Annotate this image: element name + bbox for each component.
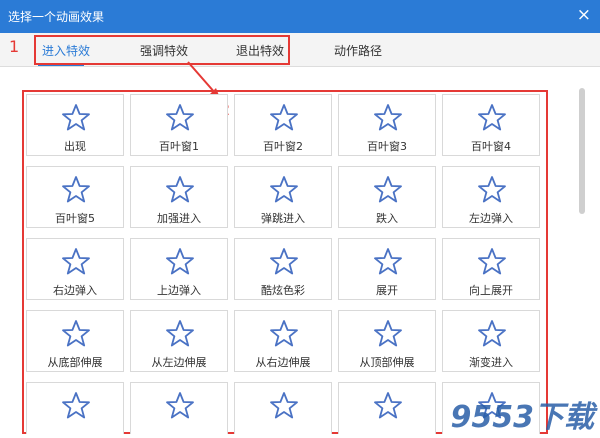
- effect-item[interactable]: 从右边伸展: [234, 310, 332, 372]
- effect-label: 酷炫色彩: [261, 284, 305, 297]
- star-icon: [166, 176, 194, 203]
- star-icon: [166, 392, 194, 419]
- effect-label: 从左边伸展: [151, 356, 207, 369]
- star-icon: [374, 392, 402, 419]
- star-icon: [62, 392, 90, 419]
- effect-item[interactable]: 百叶窗5: [26, 166, 124, 228]
- effect-item[interactable]: 百叶窗1: [130, 94, 228, 156]
- effect-label: 百叶窗1: [159, 140, 199, 153]
- effects-grid: 出现 百叶窗1 百叶窗2 百叶窗3 百叶窗4 百叶窗5 加强进入 弹跳进入 跌入 左边弹入右边弹入…: [26, 94, 542, 434]
- effect-item[interactable]: 加强进入: [130, 166, 228, 228]
- effect-item[interactable]: 上边弹入: [130, 238, 228, 300]
- effect-label: 上边弹入: [157, 284, 201, 297]
- dialog-title-bar: 选择一个动画效果 ×: [0, 0, 600, 33]
- annotation-marker-1: 1: [9, 37, 20, 56]
- effect-item[interactable]: 酷炫色彩: [234, 238, 332, 300]
- star-icon: [374, 248, 402, 275]
- dialog-title: 选择一个动画效果: [8, 10, 105, 24]
- effect-label: 从顶部伸展: [359, 356, 415, 369]
- effect-item[interactable]: 从底部伸展: [26, 310, 124, 372]
- effect-item[interactable]: 左边弹入: [442, 166, 540, 228]
- star-icon: [62, 248, 90, 275]
- effect-item[interactable]: [26, 382, 124, 434]
- star-icon: [270, 248, 298, 275]
- effect-item[interactable]: 出现: [26, 94, 124, 156]
- effect-label: 出现: [64, 140, 86, 153]
- star-icon: [478, 104, 506, 131]
- effect-label: 渐变进入: [469, 356, 513, 369]
- effect-item[interactable]: [338, 382, 436, 434]
- effect-item[interactable]: [234, 382, 332, 434]
- effect-label: 加强进入: [157, 212, 201, 225]
- effect-label: 弹跳进入: [261, 212, 305, 225]
- effect-item[interactable]: 展开: [338, 238, 436, 300]
- effect-item[interactable]: 向上展开: [442, 238, 540, 300]
- effect-label: 跌入: [376, 212, 398, 225]
- star-icon: [478, 176, 506, 203]
- effect-item[interactable]: 从左边伸展: [130, 310, 228, 372]
- star-icon: [62, 104, 90, 131]
- effect-item[interactable]: 从顶部伸展: [338, 310, 436, 372]
- annotation-box-tabs: [34, 35, 290, 65]
- effect-label: 百叶窗4: [471, 140, 511, 153]
- watermark: 9553下载: [450, 400, 595, 435]
- effect-label: 百叶窗5: [55, 212, 95, 225]
- effect-label: 展开: [376, 284, 398, 297]
- star-icon: [270, 104, 298, 131]
- star-icon: [270, 320, 298, 347]
- effect-item[interactable]: 跌入: [338, 166, 436, 228]
- star-icon: [62, 176, 90, 203]
- tab-motion-paths[interactable]: 动作路径: [334, 42, 382, 59]
- effect-item[interactable]: 渐变进入: [442, 310, 540, 372]
- star-icon: [62, 320, 90, 347]
- star-icon: [478, 248, 506, 275]
- star-icon: [166, 320, 194, 347]
- effect-item[interactable]: 百叶窗3: [338, 94, 436, 156]
- star-icon: [374, 176, 402, 203]
- star-icon: [374, 104, 402, 131]
- effect-label: 百叶窗3: [367, 140, 407, 153]
- effect-item[interactable]: [130, 382, 228, 434]
- star-icon: [166, 104, 194, 131]
- scrollbar-thumb[interactable]: [579, 88, 585, 214]
- effect-label: 右边弹入: [53, 284, 97, 297]
- star-icon: [270, 176, 298, 203]
- effect-label: 从右边伸展: [255, 356, 311, 369]
- star-icon: [270, 392, 298, 419]
- effect-item[interactable]: 百叶窗4: [442, 94, 540, 156]
- effect-label: 向上展开: [469, 284, 513, 297]
- effect-label: 百叶窗2: [263, 140, 303, 153]
- star-icon: [374, 320, 402, 347]
- effect-item[interactable]: 弹跳进入: [234, 166, 332, 228]
- effect-item[interactable]: 右边弹入: [26, 238, 124, 300]
- effect-label: 左边弹入: [469, 212, 513, 225]
- effect-item[interactable]: 百叶窗2: [234, 94, 332, 156]
- effect-label: 从底部伸展: [47, 356, 103, 369]
- close-icon[interactable]: ×: [577, 5, 591, 25]
- star-icon: [166, 248, 194, 275]
- star-icon: [478, 320, 506, 347]
